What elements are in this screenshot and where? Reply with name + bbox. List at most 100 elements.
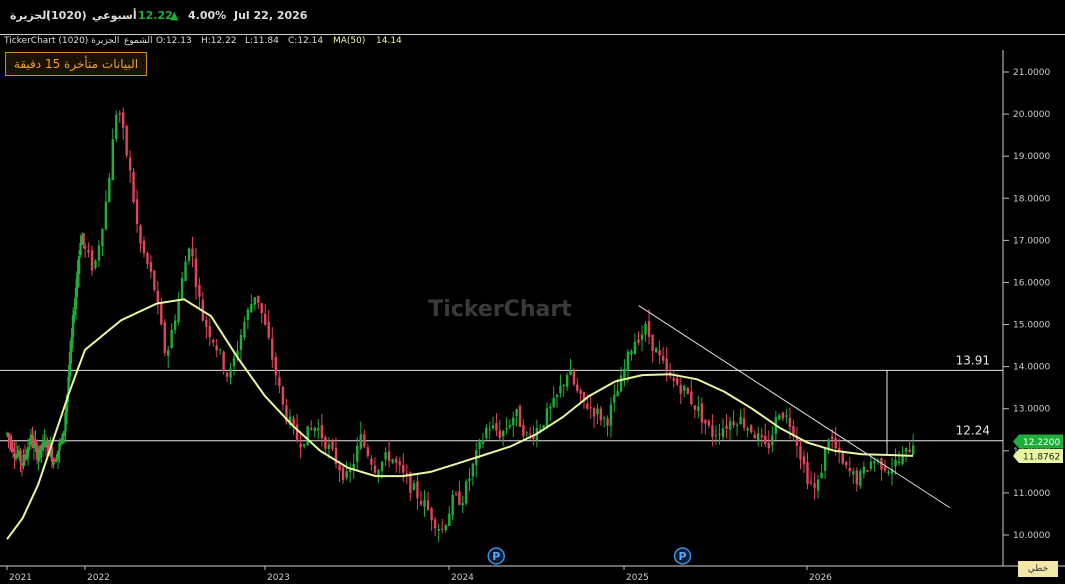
candle-body [823, 448, 827, 471]
candle-body [250, 303, 253, 313]
candle [707, 419, 711, 429]
candle-body [97, 245, 101, 261]
candle-body [212, 340, 215, 343]
candle [267, 310, 270, 341]
candle-body [146, 252, 149, 265]
candle-body [83, 245, 87, 249]
candle-body [167, 350, 170, 356]
candle [714, 425, 718, 445]
candle-body [313, 427, 316, 431]
candle-body [799, 446, 802, 460]
candle-body [187, 248, 191, 261]
candle [128, 150, 132, 183]
candle-body [391, 459, 394, 463]
candle-body [485, 427, 488, 439]
candle-body [163, 322, 166, 354]
candle [115, 110, 118, 142]
candle-body [26, 447, 30, 458]
candle-body [359, 434, 362, 449]
price-chart[interactable]: TickerChart10.000011.000012.000013.00001… [0, 0, 1065, 584]
candle [264, 303, 267, 326]
candle-body [115, 114, 118, 140]
candle-body [398, 461, 401, 466]
candle [785, 408, 788, 424]
candle [778, 412, 781, 421]
candle-body [243, 321, 246, 338]
candle-body [749, 425, 753, 433]
linear-scale-button[interactable]: خطي [1018, 561, 1058, 577]
candle-body [87, 250, 90, 253]
candle [194, 247, 198, 300]
candle-body [852, 471, 855, 475]
x-tick-label: 2022 [87, 573, 110, 583]
candle [458, 480, 461, 506]
candle-body [464, 481, 468, 504]
candle [26, 438, 30, 466]
y-tick-label: 21.0000 [1013, 68, 1050, 78]
candle-body [222, 352, 225, 371]
candle [654, 346, 658, 353]
candle [184, 255, 187, 282]
candle-body [661, 356, 665, 361]
candle-body [104, 201, 108, 230]
candle [97, 240, 101, 267]
candle-body [461, 502, 464, 506]
candle [246, 307, 250, 330]
candle [508, 419, 512, 430]
candle-body [816, 479, 820, 491]
candle [552, 386, 555, 409]
candle-body [735, 424, 739, 426]
candle [394, 456, 398, 473]
candle-body [707, 420, 711, 426]
candle [545, 402, 549, 430]
candle-body [785, 415, 788, 417]
candle [22, 448, 25, 470]
candle [260, 302, 263, 324]
candle [370, 455, 373, 471]
candle-body [576, 384, 579, 391]
candle [32, 431, 36, 461]
candle-body [633, 341, 637, 355]
candle [451, 490, 454, 521]
candle-body [739, 416, 742, 425]
candle [108, 172, 111, 203]
event-marker[interactable]: P [487, 547, 505, 565]
candle [700, 397, 704, 434]
candle-body [370, 458, 373, 465]
candle-body [331, 441, 334, 449]
candle-body [623, 368, 626, 379]
event-marker[interactable]: P [673, 547, 692, 565]
candle-body [416, 481, 419, 499]
candle [430, 506, 433, 531]
horizontal-line-label: 13.91 [956, 353, 990, 367]
candle [41, 434, 45, 457]
candle-body [830, 436, 834, 440]
candle-body [419, 500, 423, 505]
candle [491, 416, 495, 430]
candle-body [848, 468, 851, 472]
candle-body [704, 419, 707, 424]
candle-body [153, 270, 156, 290]
candle-body [299, 443, 302, 448]
candle-body [781, 412, 785, 419]
candle [845, 460, 848, 470]
candle [569, 358, 572, 376]
candle-body [767, 442, 770, 449]
candle-body [184, 261, 187, 282]
candle [187, 247, 191, 265]
candle [441, 519, 444, 534]
candle-body [135, 199, 139, 225]
candle-body [426, 500, 430, 510]
event-marker-label: P [679, 550, 687, 563]
candle [613, 384, 616, 413]
candle [281, 385, 285, 411]
candle-body [728, 421, 732, 430]
candle [191, 236, 194, 268]
candle [405, 464, 409, 485]
candle [334, 437, 338, 469]
candle-body [897, 461, 901, 463]
candle [725, 413, 728, 439]
candle-body [320, 425, 324, 439]
candle-body [128, 157, 132, 171]
candle-body [714, 435, 718, 437]
